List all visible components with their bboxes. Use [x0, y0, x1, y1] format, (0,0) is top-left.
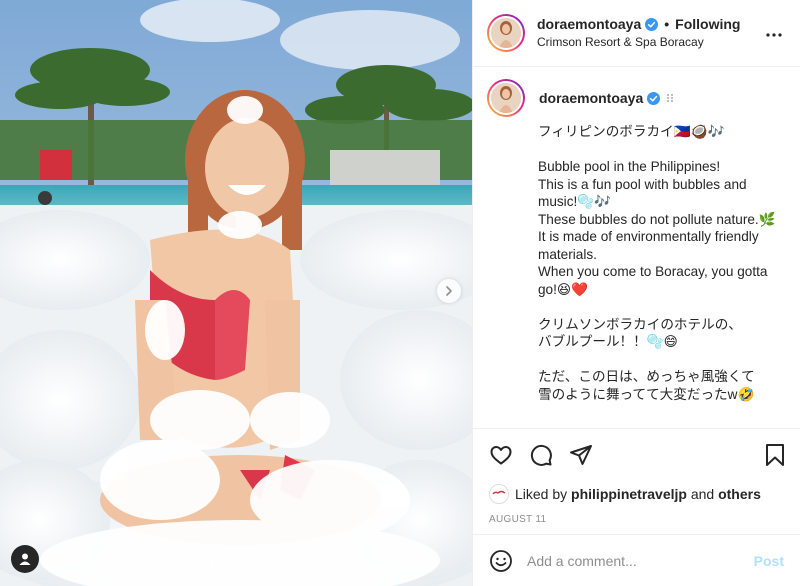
likes-others-link[interactable]: others	[718, 486, 761, 502]
carousel-dot[interactable]	[258, 562, 264, 568]
post-location[interactable]: Crimson Resort & Spa Boracay	[537, 35, 740, 51]
header-separator: •	[664, 16, 670, 33]
comment-input[interactable]	[527, 552, 754, 569]
instagram-post: doraemontoaya • Following Crimson Resort…	[0, 0, 800, 586]
bookmark-icon	[766, 443, 784, 466]
header-text: doraemontoaya • Following Crimson Resort…	[537, 15, 740, 51]
likes-conjunction: and	[690, 486, 715, 502]
post-side-panel: doraemontoaya • Following Crimson Resort…	[472, 0, 800, 586]
post-media[interactable]	[0, 0, 472, 586]
caption-username-row: doraemontoaya	[539, 90, 674, 106]
likes-summary: Liked by philippinetraveljp and others	[473, 480, 800, 504]
avatar-image	[489, 16, 523, 50]
avatar-image	[489, 81, 523, 115]
carousel-dot[interactable]	[208, 562, 214, 568]
post-date[interactable]: AUGUST 11	[473, 504, 800, 534]
save-button[interactable]	[764, 443, 786, 467]
caption-username[interactable]: doraemontoaya	[539, 90, 643, 106]
next-slide-button[interactable]	[437, 279, 461, 303]
liker-username[interactable]: philippinetraveljp	[571, 486, 687, 502]
following-button[interactable]: Following	[675, 15, 740, 33]
caption-area[interactable]: doraemontoaya フィリピンのボラカイ🇵🇭🥥🎶 Bubble pool…	[473, 67, 800, 428]
share-button[interactable]	[569, 443, 593, 467]
liker-avatar[interactable]	[489, 484, 509, 504]
carousel-dot[interactable]	[228, 562, 234, 568]
carousel-dot[interactable]	[218, 562, 224, 568]
verified-badge-icon	[645, 17, 659, 31]
post-header: doraemontoaya • Following Crimson Resort…	[473, 0, 800, 67]
author-username[interactable]: doraemontoaya	[537, 15, 641, 33]
action-bar	[473, 428, 800, 480]
more-options-button[interactable]	[766, 24, 782, 40]
verified-badge-icon	[647, 91, 661, 105]
emoji-icon[interactable]	[489, 549, 513, 573]
likes-prefix: Liked by	[515, 486, 568, 502]
caption-header: doraemontoaya	[487, 79, 784, 117]
heart-icon	[490, 445, 512, 464]
author-avatar[interactable]	[487, 14, 525, 52]
send-icon	[570, 444, 592, 465]
carousel-dot[interactable]	[248, 562, 254, 568]
carousel-dot[interactable]	[238, 562, 244, 568]
chevron-right-icon	[446, 286, 452, 296]
comment-icon	[530, 444, 552, 466]
caption-menu-icon[interactable]	[666, 93, 674, 103]
tagged-users-button[interactable]	[11, 545, 39, 573]
comment-button[interactable]	[529, 443, 553, 467]
like-button[interactable]	[489, 443, 513, 467]
caption-text: フィリピンのボラカイ🇵🇭🥥🎶 Bubble pool in the Philip…	[538, 124, 776, 402]
more-horizontal-icon	[766, 33, 782, 37]
header-line: doraemontoaya • Following	[537, 15, 740, 33]
carousel-dots	[0, 562, 472, 568]
post-photo	[0, 0, 472, 586]
comment-bar: Post	[473, 534, 800, 586]
caption-author-avatar[interactable]	[487, 79, 525, 117]
post-comment-button[interactable]: Post	[754, 553, 784, 569]
